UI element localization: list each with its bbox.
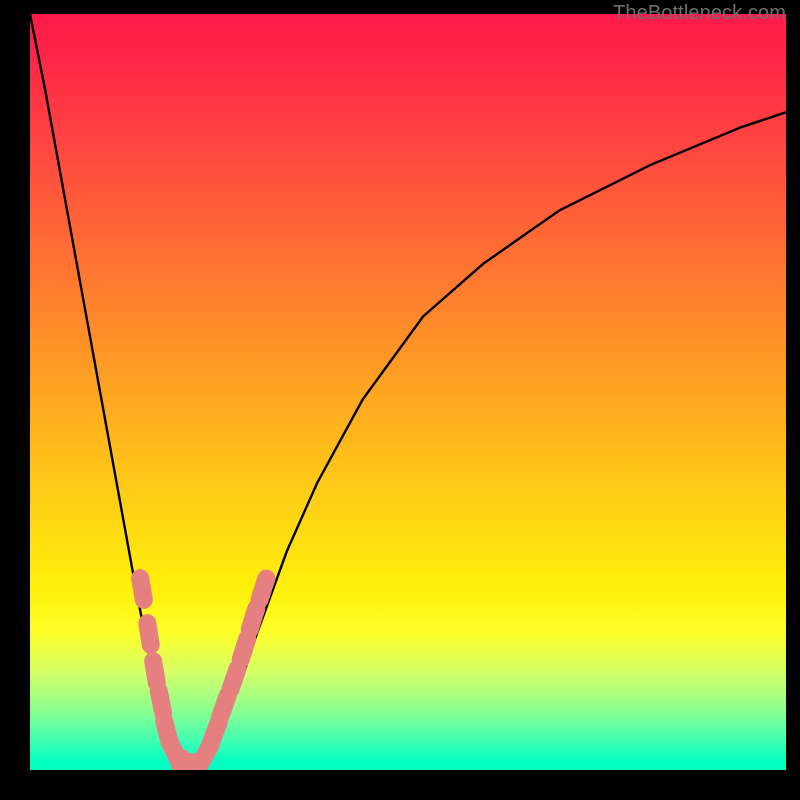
curve-layer	[30, 14, 786, 770]
curve-path	[30, 14, 786, 770]
chart-container: TheBottleneck.com	[0, 0, 800, 800]
watermark-text: TheBottleneck.com	[613, 2, 786, 25]
plot-area	[30, 14, 786, 770]
